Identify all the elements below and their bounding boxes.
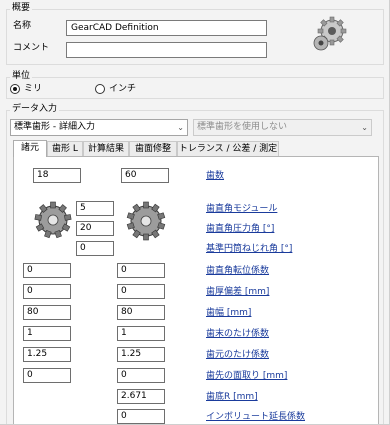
involute-ext-link[interactable]: インボリュート延長係数 bbox=[206, 411, 305, 423]
face-width-left-input[interactable]: 80 bbox=[23, 305, 71, 320]
module-input[interactable]: 5 bbox=[76, 201, 114, 216]
specifications-panel: 18 60 歯数 5 20 0 歯直角モジュール 歯直角圧力角 [°] 基準円筒… bbox=[13, 156, 379, 424]
comment-label: コメント bbox=[13, 43, 50, 53]
comment-field[interactable] bbox=[66, 42, 267, 58]
addendum-coeff-right-input[interactable]: 1.25 bbox=[117, 347, 165, 362]
addendum-coeff-link[interactable]: 歯元のたけ係数 bbox=[206, 349, 269, 361]
dedendum-coeff-right-input[interactable]: 1 bbox=[117, 326, 165, 341]
teeth-link[interactable]: 歯数 bbox=[206, 170, 224, 182]
unit-radio-inch-label[interactable]: インチ bbox=[109, 83, 136, 95]
helix-angle-input[interactable]: 0 bbox=[76, 241, 114, 256]
standard-profile-select-value: 標準歯形を使用しない bbox=[197, 122, 288, 132]
addendum-coeff-left-input[interactable]: 1.25 bbox=[23, 347, 71, 362]
thickness-dev-left-input[interactable]: 0 bbox=[23, 284, 71, 299]
chevron-down-icon: ⌄ bbox=[361, 123, 368, 132]
profile-mode-select[interactable]: 標準歯形 - 詳細入力 ⌄ bbox=[10, 119, 188, 136]
tab-flank-modification[interactable]: 歯面修整 bbox=[129, 141, 177, 157]
profile-mode-select-value: 標準歯形 - 詳細入力 bbox=[14, 122, 95, 132]
unit-radio-mm[interactable] bbox=[10, 84, 20, 94]
overview-group-title: 概要 bbox=[10, 3, 33, 13]
face-width-link[interactable]: 歯幅 [mm] bbox=[206, 307, 251, 319]
root-radius-link[interactable]: 歯底R [mm] bbox=[206, 391, 258, 403]
gear-icon bbox=[126, 201, 166, 241]
name-label: 名称 bbox=[13, 21, 32, 31]
teeth-right-input[interactable]: 60 bbox=[121, 168, 169, 183]
chevron-down-icon: ⌄ bbox=[177, 123, 184, 132]
thickness-dev-right-input[interactable]: 0 bbox=[117, 284, 165, 299]
pressure-angle-input[interactable]: 20 bbox=[76, 221, 114, 236]
root-radius-input[interactable]: 2.671 bbox=[117, 389, 165, 404]
tab-tolerance[interactable]: トレランス / 公差 / 測定 bbox=[177, 141, 279, 157]
dedendum-coeff-link[interactable]: 歯末のたけ係数 bbox=[206, 328, 269, 340]
data-input-group-title: データ入力 bbox=[10, 104, 60, 114]
involute-ext-input[interactable]: 0 bbox=[117, 409, 165, 424]
helix-angle-link[interactable]: 基準円筒ねじれ角 [°] bbox=[206, 243, 292, 255]
unit-radio-mm-label[interactable]: ミリ bbox=[24, 83, 42, 95]
shift-coeff-right-input[interactable]: 0 bbox=[117, 263, 165, 278]
face-width-right-input[interactable]: 80 bbox=[117, 305, 165, 320]
thickness-dev-link[interactable]: 歯厚偏差 [mm] bbox=[206, 286, 269, 298]
name-field[interactable]: GearCAD Definition bbox=[66, 20, 267, 36]
dedendum-coeff-left-input[interactable]: 1 bbox=[23, 326, 71, 341]
unit-radio-inch[interactable] bbox=[95, 84, 105, 94]
tab-profile-l[interactable]: 歯形 L bbox=[47, 141, 83, 157]
tab-specifications[interactable]: 諸元 bbox=[13, 140, 47, 157]
tip-chamfer-link[interactable]: 歯先の面取り [mm] bbox=[206, 370, 287, 382]
tip-chamfer-right-input[interactable]: 0 bbox=[117, 368, 165, 383]
tip-chamfer-left-input[interactable]: 0 bbox=[23, 368, 71, 383]
standard-profile-select: 標準歯形を使用しない ⌄ bbox=[193, 119, 372, 136]
unit-group-title: 単位 bbox=[10, 71, 33, 81]
teeth-left-input[interactable]: 18 bbox=[33, 168, 81, 183]
pinion-gear-icon bbox=[34, 201, 72, 239]
module-link[interactable]: 歯直角モジュール bbox=[206, 203, 277, 215]
gear-logo-icon bbox=[313, 16, 347, 51]
tab-calc-results[interactable]: 計算結果 bbox=[83, 141, 129, 157]
shift-coeff-left-input[interactable]: 0 bbox=[23, 263, 71, 278]
gear-definition-window: 概要 名称 GearCAD Definition コメント 単位 ミリ インチ … bbox=[0, 0, 390, 425]
unit-group bbox=[6, 77, 384, 99]
shift-coeff-link[interactable]: 歯直角転位係数 bbox=[206, 265, 269, 277]
pressure-angle-link[interactable]: 歯直角圧力角 [°] bbox=[206, 223, 274, 235]
